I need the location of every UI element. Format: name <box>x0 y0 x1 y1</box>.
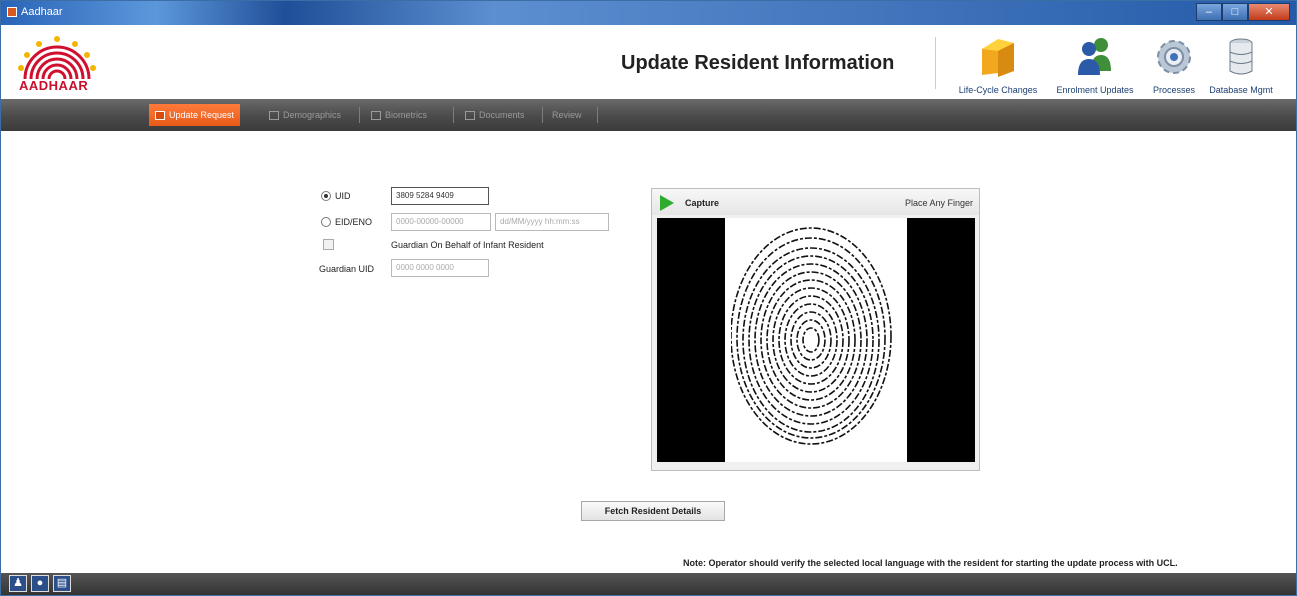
tab-review[interactable]: Review <box>546 104 588 126</box>
tool-processes[interactable]: Processes <box>1144 25 1204 95</box>
database-icon <box>1229 38 1253 75</box>
app-window: Aadhaar ‒ □ ✕ AADHAAR Update Resident In… <box>0 0 1297 596</box>
tab-label: Documents <box>479 110 525 120</box>
tab-update-request[interactable]: Update Request <box>149 104 241 126</box>
tool-enrolment-updates[interactable]: Enrolment Updates <box>1047 25 1143 95</box>
title-bar[interactable]: Aadhaar ‒ □ ✕ <box>1 1 1296 25</box>
eid-input[interactable]: 0000-00000-00000 <box>391 213 491 231</box>
app-icon <box>7 7 17 17</box>
tab-separator <box>597 107 598 123</box>
page-title: Update Resident Information <box>621 52 895 74</box>
guardian-checkbox-label: Guardian On Behalf of Infant Resident <box>391 240 544 250</box>
tab-label: Update Request <box>169 110 235 120</box>
capture-play-icon[interactable] <box>660 195 674 211</box>
maximize-button[interactable]: □ <box>1222 3 1248 21</box>
tab-label: Demographics <box>283 110 342 120</box>
folder-icon <box>982 39 1014 77</box>
tab-separator <box>542 107 543 123</box>
step-icon <box>155 110 165 120</box>
step-icon <box>269 110 279 120</box>
logo-text: AADHAAR <box>19 78 89 93</box>
tab-separator <box>453 107 454 123</box>
fingerprint-capture-panel: Capture Place Any Finger <box>651 188 980 471</box>
eid-radio[interactable] <box>321 217 331 227</box>
capture-button-label[interactable]: Capture <box>685 198 719 208</box>
preview-mask-right <box>907 218 975 462</box>
tab-documents[interactable]: Documents <box>459 104 531 126</box>
eid-option[interactable]: EID/ENO <box>321 217 372 227</box>
tool-label: Database Mgmt <box>1209 85 1273 95</box>
tab-biometrics[interactable]: Biometrics <box>365 104 433 126</box>
close-button[interactable]: ✕ <box>1248 3 1290 21</box>
tool-label: Life-Cycle Changes <box>958 85 1038 95</box>
fingerprint-preview <box>657 218 975 462</box>
tab-demographics[interactable]: Demographics <box>263 104 347 126</box>
tab-label: Review <box>552 110 582 120</box>
user-icon[interactable]: ● <box>31 575 49 592</box>
tool-life-cycle-changes[interactable]: Life-Cycle Changes <box>949 25 1047 95</box>
step-icon <box>371 110 381 120</box>
minimize-button[interactable]: ‒ <box>1196 3 1222 21</box>
users-icon[interactable]: ♟ <box>9 575 27 592</box>
uid-label: UID <box>335 191 351 201</box>
printer-icon[interactable]: ▤ <box>53 575 71 592</box>
capture-hint: Place Any Finger <box>904 198 973 208</box>
uid-option[interactable]: UID <box>321 191 351 201</box>
window-controls: ‒ □ ✕ <box>1196 3 1290 21</box>
gear-icon <box>1157 40 1191 74</box>
fetch-resident-details-button[interactable]: Fetch Resident Details <box>581 501 725 521</box>
tool-label: Enrolment Updates <box>1056 85 1134 95</box>
tool-database-mgmt[interactable]: Database Mgmt <box>1206 25 1276 95</box>
step-icon <box>465 110 475 120</box>
bottom-toolbar: ♟ ● ▤ <box>1 573 1296 595</box>
uid-radio[interactable] <box>321 191 331 201</box>
operator-note: Note: Operator should verify the selecte… <box>683 558 1178 568</box>
main-content: UID 3809 5284 9409 EID/ENO 0000-00000-00… <box>1 131 1296 573</box>
tab-label: Biometrics <box>385 110 428 120</box>
capture-header: Capture Place Any Finger <box>652 189 979 215</box>
users-icon <box>1078 38 1111 75</box>
tab-separator <box>359 107 360 123</box>
step-nav: Update Request Demographics Biometrics D… <box>1 99 1296 131</box>
eid-datetime-input[interactable]: dd/MM/yyyy hh:mm:ss <box>495 213 609 231</box>
header-divider <box>935 37 936 89</box>
tool-label: Processes <box>1152 85 1196 95</box>
header: AADHAAR Update Resident Information Life… <box>1 25 1296 99</box>
window-title: Aadhaar <box>21 6 63 18</box>
eid-label: EID/ENO <box>335 217 373 227</box>
guardian-uid-input[interactable]: 0000 0000 0000 <box>391 259 489 277</box>
fingerprint-image <box>731 227 892 445</box>
guardian-uid-label: Guardian UID <box>319 264 375 274</box>
uid-input[interactable]: 3809 5284 9409 <box>391 187 489 205</box>
guardian-checkbox[interactable] <box>323 239 334 250</box>
preview-mask-left <box>657 218 725 462</box>
